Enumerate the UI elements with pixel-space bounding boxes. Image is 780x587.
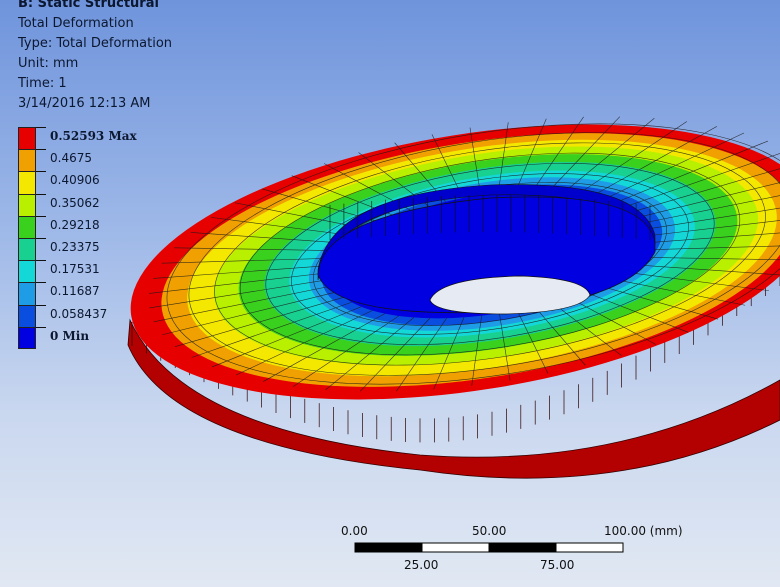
scale-top-label: 50.00 (472, 524, 507, 538)
scale-top-label: 100.00 (mm) (604, 524, 683, 538)
scale-bottom-label: 75.00 (540, 558, 575, 572)
deformation-contour-view[interactable] (0, 0, 780, 587)
scale-top-label: 0.00 (341, 524, 368, 538)
scale-bottom-label: 25.00 (404, 558, 439, 572)
